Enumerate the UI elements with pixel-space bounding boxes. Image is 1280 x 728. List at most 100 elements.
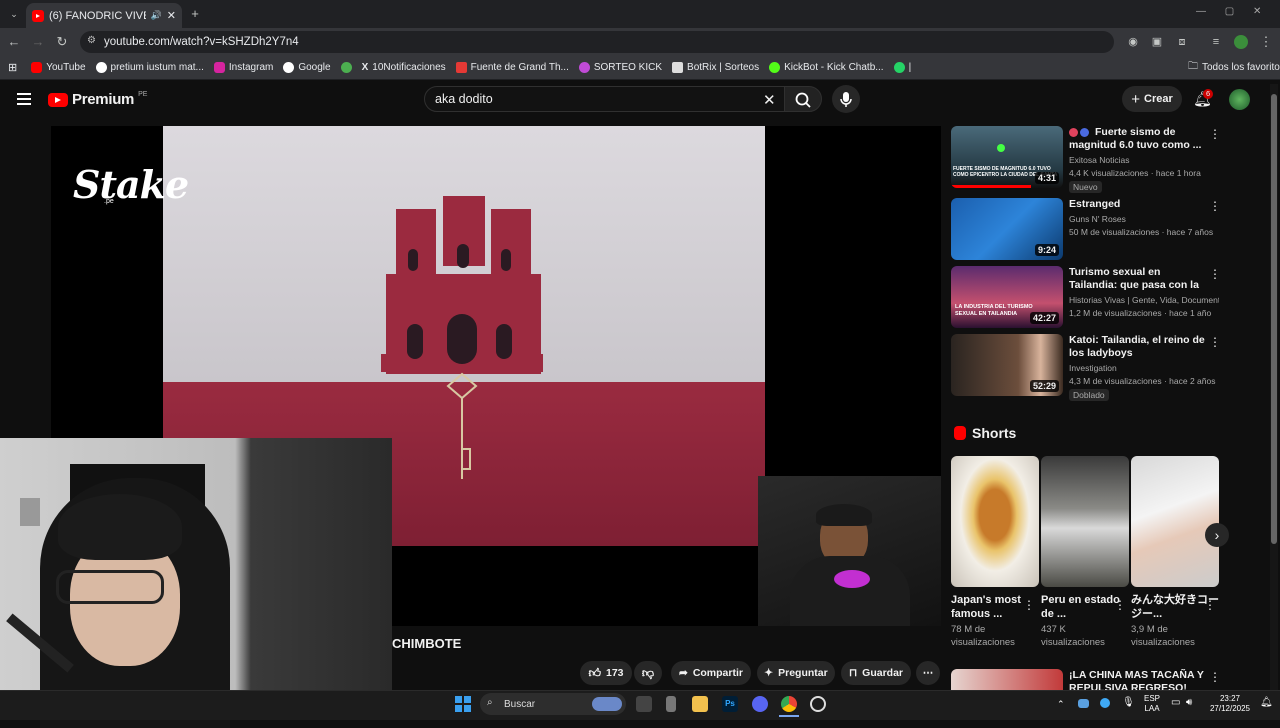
rec-channel[interactable]: Guns N' Roses — [1069, 214, 1219, 224]
clock[interactable]: 23:27 27/12/2025 — [1206, 694, 1254, 714]
duration-badge: 4:31 — [1034, 172, 1059, 184]
reload-icon[interactable]: ↻ — [52, 32, 72, 52]
rec-thumbnail[interactable]: LA INDUSTRIA DEL TURISMO SEXUAL EN TAILA… — [951, 266, 1063, 328]
apps-icon[interactable]: ⊞ — [8, 61, 17, 74]
chrome-icon[interactable] — [781, 696, 797, 712]
photoshop-icon[interactable]: Ps — [722, 696, 738, 712]
extension-icon[interactable]: ◉ — [1123, 32, 1143, 52]
rec-title[interactable]: Katoi: Tailandia, el reino de los ladybo… — [1069, 334, 1209, 360]
profile-avatar[interactable] — [1234, 35, 1248, 49]
notification-center-icon[interactable]: 🔔︎ — [1260, 698, 1273, 708]
short-item-2[interactable]: Peru en estado de ... 437 K visualizacio… — [1041, 456, 1129, 649]
rec-item-3[interactable]: LA INDUSTRIA DEL TURISMO SEXUAL EN TAILA… — [951, 266, 1221, 328]
rec-menu-icon[interactable]: ⋮ — [1209, 127, 1221, 141]
clear-search-icon[interactable]: ✕ — [763, 91, 776, 109]
rec-item-2[interactable]: 9:24 Estranged Guns N' Roses 50 M de vis… — [951, 198, 1221, 260]
bookmark-instagram[interactable]: Instagram — [213, 62, 273, 73]
volume-icon[interactable]: 🔊︎ — [1186, 698, 1192, 708]
address-bar[interactable]: ⚙ youtube.com/watch?v=kSHZDh2Y7n4 — [80, 31, 1114, 53]
short-thumbnail[interactable] — [1041, 456, 1129, 587]
rec-title[interactable]: ¡LA CHINA MAS TACAÑA Y REPULSIVA REGRESO… — [1069, 669, 1209, 690]
audio-icon[interactable]: 🔊 — [151, 10, 162, 21]
bookmark-pinwheel[interactable] — [340, 62, 352, 73]
tab-search-icon[interactable]: ⌄ — [4, 4, 24, 24]
short-thumbnail[interactable] — [951, 456, 1039, 587]
bookmark-youtube[interactable]: YouTube — [31, 62, 86, 73]
rec-menu-icon[interactable]: ⋮ — [1209, 670, 1219, 684]
bookmark-sorteo-kick[interactable]: SORTEO KICK — [578, 62, 662, 73]
device-icon[interactable] — [666, 696, 676, 712]
dislike-button[interactable]: 👎︎ — [634, 661, 662, 685]
discord-icon[interactable] — [752, 696, 768, 712]
rec-menu-icon[interactable]: ⋮ — [1209, 199, 1221, 213]
onedrive-icon[interactable] — [1078, 699, 1089, 708]
tab-close-icon[interactable]: ✕ — [167, 9, 176, 22]
more-actions-button[interactable]: ⋯ — [916, 661, 940, 685]
search-button[interactable] — [784, 86, 822, 112]
bookmark-gta[interactable]: Fuente de Grand Th... — [455, 62, 569, 73]
shorts-next-button[interactable]: › — [1205, 523, 1229, 547]
bookmark-x[interactable]: X 10Notificaciones — [362, 62, 446, 73]
tab-active[interactable]: (6) FANODRIC VIVE TEMBL 🔊 ✕ — [26, 3, 182, 28]
short-item-1[interactable]: Japan's most famous ... 78 M de visualiz… — [951, 456, 1039, 649]
short-item-3[interactable]: みんな大好きコージー... 3,9 M de visualizaciones — [1131, 456, 1219, 649]
rec-item-1[interactable]: FUERTE SISMO DE MAGNITUD 6.0 TUVO COMO E… — [951, 126, 1221, 193]
short-menu-icon[interactable]: ⋮ — [1204, 598, 1216, 612]
task-view-icon[interactable] — [636, 696, 652, 712]
voice-search-button[interactable] — [832, 85, 860, 113]
network-icon[interactable]: ▭ — [1171, 698, 1180, 708]
rec-thumbnail[interactable]: FUERTE SISMO DE MAGNITUD 6.0 TUVO COMO E… — [951, 126, 1063, 188]
site-info-icon[interactable]: ⚙ — [87, 35, 96, 46]
rec-title[interactable]: Turismo sexual en Tailandia: que pasa co… — [1069, 266, 1209, 292]
share-button[interactable]: ➦ Compartir — [671, 661, 751, 685]
file-explorer-icon[interactable] — [692, 696, 708, 712]
bookmark-kickbot[interactable]: KickBot - Kick Chatb... — [769, 62, 884, 73]
window-controls[interactable]: — ▢ ✕ — [1196, 6, 1261, 17]
language-indicator[interactable]: ESP LAA — [1144, 694, 1160, 714]
rec-item-4[interactable]: 52:29 Katoi: Tailandia, el reino de los … — [951, 334, 1221, 401]
tray-app-icon[interactable] — [1100, 698, 1110, 708]
windows-start-icon[interactable] — [455, 696, 471, 712]
puzzle-icon[interactable]: ⧈ — [1172, 32, 1192, 52]
short-menu-icon[interactable]: ⋮ — [1114, 598, 1126, 612]
all-bookmarks[interactable]: 🗀 Todos los favoritos — [1188, 59, 1280, 76]
new-tab-icon[interactable]: + — [185, 4, 205, 24]
rec-channel[interactable]: Historias Vivas | Gente, Vida, Documenta… — [1069, 295, 1219, 305]
like-button[interactable]: 👍︎ 173 — [580, 661, 632, 685]
bookmark-google[interactable]: Google — [283, 62, 331, 73]
ask-button[interactable]: ✦ Preguntar — [757, 661, 835, 685]
mic-tray-icon[interactable]: 🎙︎ — [1122, 698, 1135, 708]
extension2-icon[interactable]: ▣ — [1147, 32, 1167, 52]
rec-item-5[interactable]: ¡LA CHINA MAS TACAÑA Y REPULSIVA REGRESO… — [951, 669, 1219, 690]
rec-thumbnail[interactable]: 52:29 — [951, 334, 1063, 396]
rec-thumbnail[interactable]: 9:24 — [951, 198, 1063, 260]
bookmark-pretium[interactable]: pretium iustum mat... — [95, 62, 204, 73]
tray-overflow-icon[interactable]: ⌃ — [1057, 699, 1065, 709]
short-thumbnail[interactable] — [1131, 456, 1219, 587]
rec-channel[interactable]: Investigation — [1069, 363, 1219, 373]
menu-icon[interactable]: ⋮ — [1256, 32, 1276, 52]
bookmark-whatsapp[interactable]: | — [893, 62, 911, 73]
rec-menu-icon[interactable]: ⋮ — [1209, 335, 1221, 349]
back-icon[interactable]: ← — [4, 32, 24, 52]
hamburger-menu-icon[interactable] — [17, 93, 31, 105]
rec-thumbnail[interactable] — [951, 669, 1063, 690]
create-button[interactable]: + Crear — [1122, 86, 1182, 112]
bookmark-botrix[interactable]: BotRix | Sorteos — [672, 62, 759, 73]
taskbar-search[interactable]: ⌕ Buscar — [480, 693, 626, 715]
save-button[interactable]: ⊓ Guardar — [841, 661, 911, 685]
rec-title[interactable]: Estranged — [1069, 198, 1209, 211]
rec-title[interactable]: Fuerte sismo de magnitud 6.0 tuvo como .… — [1069, 126, 1209, 152]
youtube-logo[interactable]: Premium PE — [48, 91, 147, 108]
app-icon[interactable] — [810, 696, 826, 712]
rec-channel[interactable]: Exitosa Noticias — [1069, 155, 1219, 165]
bookmarks-bar: ⊞ YouTube pretium iustum mat... Instagra… — [0, 56, 1280, 80]
font-icon — [455, 62, 467, 73]
search-input[interactable]: aka dodito — [424, 86, 786, 112]
account-avatar[interactable] — [1229, 89, 1250, 110]
reading-list-icon[interactable]: ≡ — [1206, 32, 1226, 52]
forward-icon[interactable]: → — [28, 32, 48, 52]
short-menu-icon[interactable]: ⋮ — [1023, 598, 1035, 612]
scrollbar[interactable] — [1270, 84, 1278, 690]
rec-menu-icon[interactable]: ⋮ — [1209, 267, 1221, 281]
